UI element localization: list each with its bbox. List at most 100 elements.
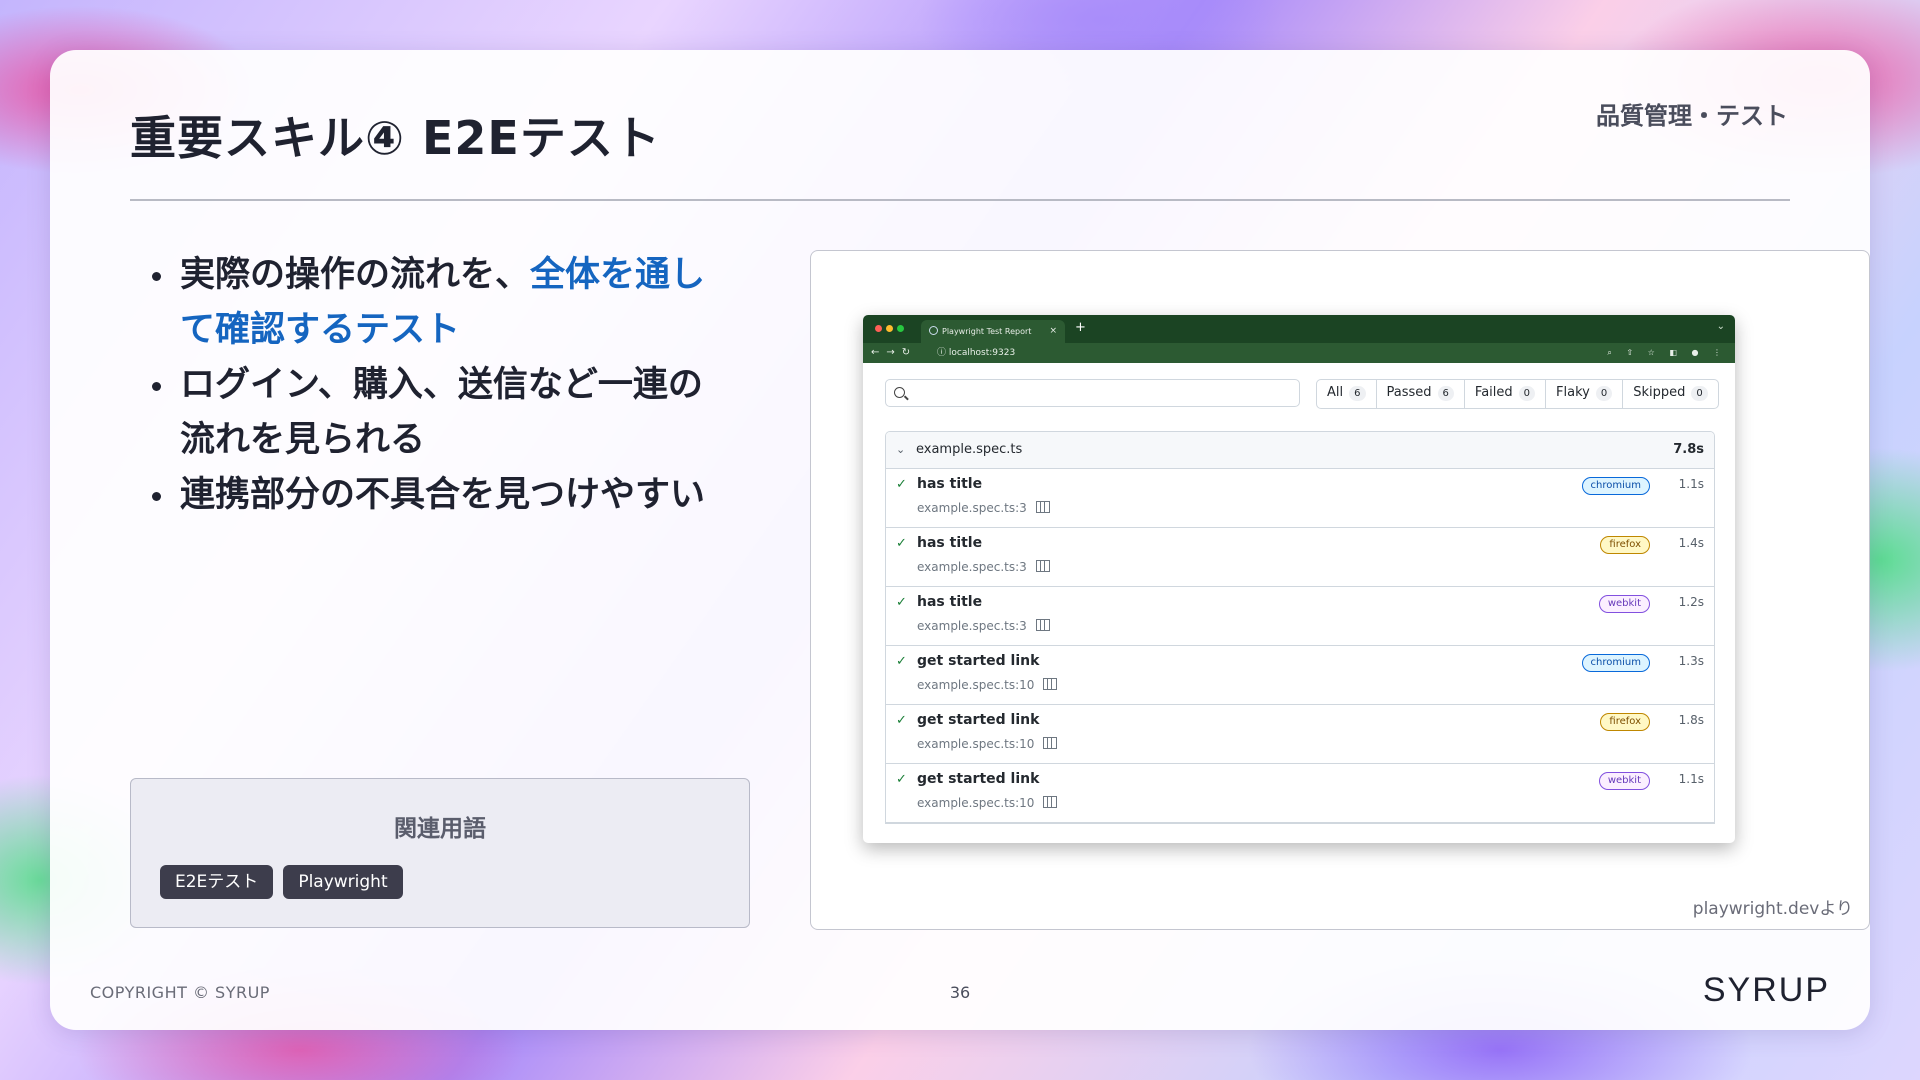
- test-duration: 1.1s: [1678, 477, 1704, 491]
- tab-favicon-icon: [929, 326, 938, 335]
- project-tag[interactable]: webkit: [1598, 772, 1650, 790]
- bullet-item: 連携部分の不具合を見つけやすい: [146, 468, 706, 523]
- test-location-text: example.spec.ts:10: [917, 678, 1035, 692]
- search-icon: [894, 387, 905, 398]
- test-location: example.spec.ts:3: [917, 619, 1050, 633]
- search-input[interactable]: [885, 379, 1300, 407]
- filter-label: All: [1327, 385, 1344, 400]
- related-terms-chips: E2Eテスト Playwright: [160, 865, 403, 899]
- screenshot-frame: Playwright Test Report × + ⌄ ←→↻ ⓘ local…: [810, 250, 1870, 930]
- check-icon: ✓: [896, 536, 907, 551]
- test-location-text: example.spec.ts:10: [917, 796, 1035, 810]
- bullet-item: ログイン、購入、送信など一連の流れを見られる: [146, 358, 706, 468]
- image-credit: playwright.devより: [1692, 899, 1853, 919]
- chevron-down-icon: ⌄: [896, 443, 906, 456]
- file-header[interactable]: ⌄ example.spec.ts 7.8s: [886, 432, 1714, 469]
- bullet-text: 連携部分の不具合を見つけやすい: [180, 475, 706, 515]
- test-duration: 1.3s: [1678, 654, 1704, 668]
- trace-icon[interactable]: [1043, 678, 1058, 690]
- test-duration: 1.4s: [1678, 536, 1704, 550]
- filter-passed[interactable]: Passed 6: [1377, 380, 1465, 408]
- filter-all[interactable]: All 6: [1317, 380, 1377, 408]
- window-maximize-dot[interactable]: [897, 325, 904, 332]
- browser-tab[interactable]: Playwright Test Report ×: [921, 320, 1065, 343]
- trace-icon[interactable]: [1035, 619, 1050, 631]
- filter-count: 0: [1518, 386, 1536, 401]
- url-text: localhost:9323: [948, 348, 1016, 358]
- window-minimize-dot[interactable]: [886, 325, 893, 332]
- trace-icon[interactable]: [1043, 796, 1058, 808]
- tab-close-icon[interactable]: ×: [1049, 320, 1057, 343]
- filter-failed[interactable]: Failed 0: [1465, 380, 1547, 408]
- test-location: example.spec.ts:3: [917, 501, 1050, 515]
- browser-tabstrip: Playwright Test Report × + ⌄: [863, 315, 1735, 343]
- check-icon: ✓: [896, 772, 907, 787]
- test-duration: 1.8s: [1678, 713, 1704, 727]
- project-tag[interactable]: chromium: [1581, 654, 1650, 672]
- bullet-text: 実際の操作の流れを、: [180, 255, 531, 295]
- test-row[interactable]: ✓ get started link example.spec.ts:10 fi…: [886, 705, 1714, 764]
- bullet-text: ログイン、購入、送信など一連の流れを見られる: [180, 365, 703, 460]
- new-tab-button[interactable]: +: [1075, 320, 1086, 335]
- filter-flaky[interactable]: Flaky 0: [1546, 380, 1624, 408]
- filter-count: 6: [1437, 386, 1454, 401]
- test-row[interactable]: ✓ has title example.spec.ts:3 chromium 1…: [886, 469, 1714, 528]
- filter-skipped[interactable]: Skipped 0: [1623, 380, 1718, 408]
- test-location: example.spec.ts:10: [917, 737, 1058, 751]
- status-filters: All 6 Passed 6 Failed 0 Flaky 0 Skipped 0: [1316, 379, 1719, 409]
- test-location: example.spec.ts:3: [917, 560, 1050, 574]
- test-location-text: example.spec.ts:3: [917, 619, 1027, 633]
- slide-category: 品質管理・テスト: [1596, 102, 1788, 130]
- page-number: 36: [949, 983, 971, 1002]
- test-row[interactable]: ✓ has title example.spec.ts:3 webkit 1.2…: [886, 587, 1714, 646]
- window-close-dot[interactable]: [875, 325, 882, 332]
- test-location-text: example.spec.ts:10: [917, 737, 1035, 751]
- filter-label: Failed: [1474, 385, 1513, 400]
- syrup-logo: SYRUP: [1702, 971, 1830, 1009]
- test-location: example.spec.ts:10: [917, 678, 1058, 692]
- tab-list-chevron-icon[interactable]: ⌄: [1717, 321, 1725, 332]
- test-row[interactable]: ✓ get started link example.spec.ts:10 we…: [886, 764, 1714, 823]
- slide-title: 重要スキル④ E2Eテスト: [130, 111, 661, 165]
- tab-title: Playwright Test Report: [942, 327, 1032, 336]
- filter-count: 0: [1595, 386, 1613, 401]
- check-icon: ✓: [896, 654, 907, 669]
- test-results: ⌄ example.spec.ts 7.8s ✓ has title examp…: [885, 431, 1715, 824]
- trace-icon[interactable]: [1035, 560, 1050, 572]
- test-name[interactable]: has title: [917, 594, 982, 610]
- browser-window: Playwright Test Report × + ⌄ ←→↻ ⓘ local…: [863, 315, 1735, 843]
- url-field[interactable]: ⓘ localhost:9323: [937, 343, 1015, 363]
- trace-icon[interactable]: [1043, 737, 1058, 749]
- project-tag[interactable]: chromium: [1581, 477, 1650, 495]
- test-row[interactable]: ✓ has title example.spec.ts:3 firefox 1.…: [886, 528, 1714, 587]
- project-tag[interactable]: firefox: [1600, 713, 1650, 731]
- test-name[interactable]: get started link: [917, 771, 1039, 787]
- test-name[interactable]: get started link: [917, 712, 1039, 728]
- project-tag[interactable]: webkit: [1598, 595, 1650, 613]
- test-duration: 1.1s: [1678, 772, 1704, 786]
- nav-buttons[interactable]: ←→↻: [871, 343, 917, 363]
- file-duration: 7.8s: [1673, 442, 1704, 457]
- test-name[interactable]: has title: [917, 535, 982, 551]
- bullet-list: 実際の操作の流れを、全体を通して確認するテスト ログイン、購入、送信など一連の流…: [146, 248, 706, 523]
- test-name[interactable]: has title: [917, 476, 982, 492]
- test-row[interactable]: ✓ get started link example.spec.ts:10 ch…: [886, 646, 1714, 705]
- trace-icon[interactable]: [1035, 501, 1050, 513]
- file-name: example.spec.ts: [916, 442, 1023, 457]
- filter-label: Passed: [1386, 385, 1432, 400]
- browser-toolbar-icons[interactable]: ⌕ ⇧ ☆ ◧ ● ⋮: [1607, 343, 1727, 363]
- check-icon: ✓: [896, 713, 907, 728]
- related-terms-box: 関連用語 E2Eテスト Playwright: [130, 778, 750, 928]
- test-location: example.spec.ts:10: [917, 796, 1058, 810]
- test-name[interactable]: get started link: [917, 653, 1039, 669]
- test-location-text: example.spec.ts:3: [917, 560, 1027, 574]
- filter-label: Skipped: [1633, 385, 1686, 400]
- bullet-item: 実際の操作の流れを、全体を通して確認するテスト: [146, 248, 706, 358]
- term-chip: Playwright: [283, 865, 403, 899]
- test-location-text: example.spec.ts:3: [917, 501, 1027, 515]
- check-icon: ✓: [896, 477, 907, 492]
- slide-card: 重要スキル④ E2Eテスト 品質管理・テスト 実際の操作の流れを、全体を通して確…: [50, 50, 1870, 1030]
- title-divider: [130, 199, 1790, 201]
- address-bar: ←→↻ ⓘ localhost:9323 ⌕ ⇧ ☆ ◧ ● ⋮: [863, 343, 1735, 363]
- project-tag[interactable]: firefox: [1600, 536, 1650, 554]
